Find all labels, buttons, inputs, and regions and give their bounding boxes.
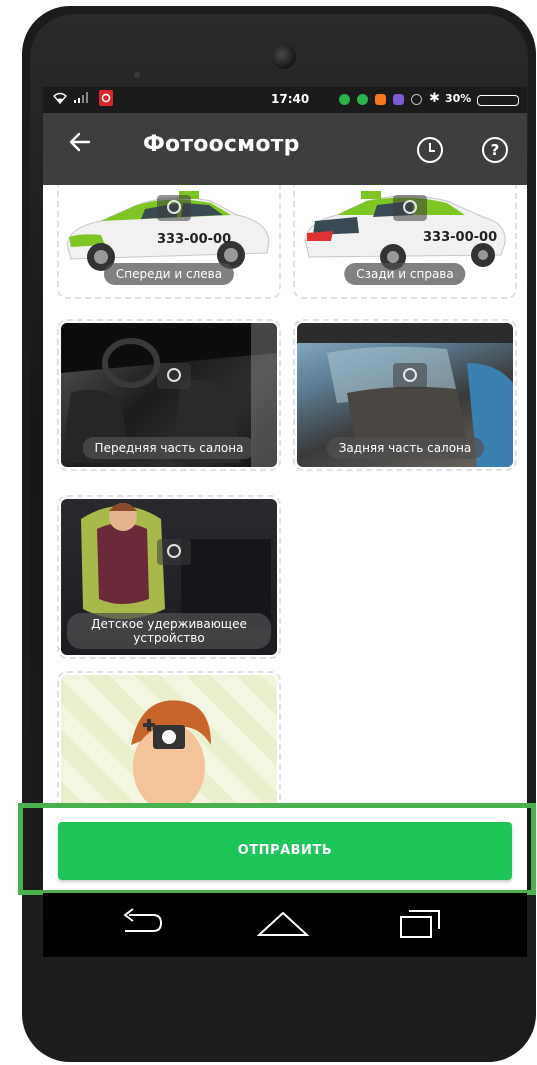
tile-caption: Сзади и справа — [344, 263, 466, 285]
status-bar: 17:40 ✱ 30% — [43, 87, 527, 113]
mascot-image — [131, 700, 211, 805]
front-camera — [272, 45, 296, 69]
notification-orange-icon — [375, 94, 386, 105]
camera-icon — [157, 363, 191, 389]
app-bar: Фотоосмотр ? — [43, 113, 527, 185]
photo-tile-front-interior[interactable]: Передняя часть салона — [57, 319, 281, 471]
photo-tile-rear-right[interactable]: 333-00-00 Сзади и справа — [293, 185, 517, 299]
camera-icon — [157, 539, 191, 565]
battery-icon — [477, 95, 519, 106]
tile-caption-line2: устройство — [133, 631, 205, 645]
nav-recents-icon[interactable] — [395, 907, 445, 943]
sensor-dot — [134, 72, 140, 78]
system-nav-bar — [43, 893, 527, 957]
photo-tile-add[interactable] — [57, 671, 281, 805]
tile-caption-line1: Детское удерживающее — [91, 617, 247, 631]
sync-icon — [411, 94, 422, 105]
photo-grid: 333-00-00 Спереди и слева 333-00-00 Сзад… — [43, 185, 527, 805]
camera-icon — [157, 195, 191, 221]
tile-caption: Детское удерживающее устройство — [67, 613, 271, 649]
page-title: Фотоосмотр — [143, 132, 300, 157]
status-time: 17:40 — [271, 92, 310, 106]
screen: 17:40 ✱ 30% Фотоосмотр ? 333-00-00 Спере… — [43, 87, 527, 893]
bluetooth-icon: ✱ — [429, 91, 440, 106]
tile-caption: Спереди и слева — [103, 263, 235, 285]
signal-icon — [73, 92, 89, 106]
tile-caption: Задняя часть салона — [326, 437, 484, 459]
history-icon[interactable] — [417, 137, 443, 163]
photo-tile-front-left[interactable]: 333-00-00 Спереди и слева — [57, 185, 281, 299]
plate-text: 333-00-00 — [423, 230, 497, 245]
photo-tile-rear-interior[interactable]: Задняя часть салона — [293, 319, 517, 471]
nav-back-icon[interactable] — [119, 907, 167, 941]
notification-green-icon-2 — [357, 94, 368, 105]
notification-app-icon — [99, 90, 113, 106]
photo-tile-child-seat[interactable]: Детское удерживающее устройство — [57, 495, 281, 659]
help-icon[interactable]: ? — [482, 137, 508, 163]
placeholder-pattern — [61, 675, 277, 805]
battery-percent: 30% — [445, 92, 472, 105]
highlight-box — [18, 803, 536, 895]
camera-icon — [393, 195, 427, 221]
camera-icon — [393, 363, 427, 389]
notification-green-icon — [339, 94, 350, 105]
plate-text: 333-00-00 — [157, 232, 231, 247]
back-arrow-icon[interactable] — [67, 129, 93, 162]
viber-icon — [393, 94, 404, 105]
nav-home-icon[interactable] — [256, 907, 310, 943]
wifi-icon — [53, 92, 67, 106]
tile-caption: Передняя часть салона — [82, 437, 256, 459]
